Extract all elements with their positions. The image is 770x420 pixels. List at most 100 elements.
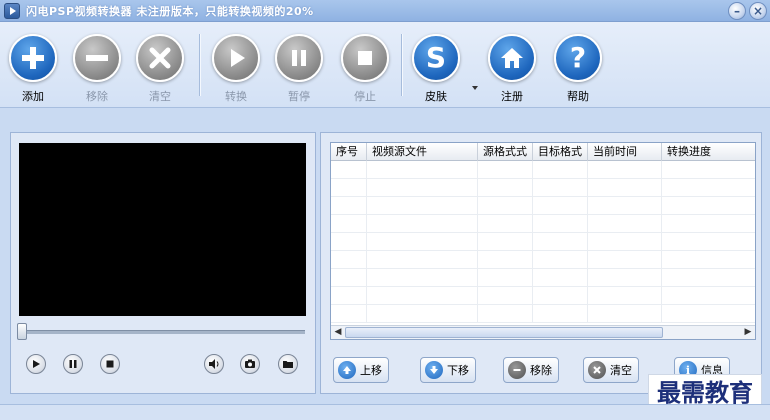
player-pause-button[interactable] [63,354,83,374]
remove-button[interactable]: 移除 [72,34,122,104]
table-cell [588,233,662,251]
table-cell [588,269,662,287]
play-icon [212,34,260,82]
skin-dropdown-arrow-icon[interactable] [472,86,478,90]
table-cell [533,197,588,215]
column-header-source-format[interactable]: 源格式式 [478,143,533,161]
scrollbar-thumb[interactable] [345,327,663,338]
table-cell [478,215,533,233]
seek-slider-handle[interactable] [17,323,27,340]
column-header-target-format[interactable]: 目标格式 [533,143,588,161]
file-table: 序号 视频源文件 源格式式 目标格式 当前时间 转换进度 ◀ ▶ [330,142,756,340]
scroll-left-icon[interactable]: ◀ [331,326,345,339]
table-row[interactable] [331,233,755,251]
close-button[interactable]: × [749,2,767,20]
pause-label: 暂停 [288,90,310,103]
table-cell [478,269,533,287]
speaker-icon [209,359,219,369]
list-remove-label: 移除 [530,364,552,377]
list-clear-label: 清空 [610,364,632,377]
table-cell [331,233,367,251]
table-cell [533,161,588,179]
table-cell [478,287,533,305]
register-label: 注册 [501,90,523,103]
help-button[interactable]: ? 帮助 [553,34,603,104]
table-cell [367,161,478,179]
table-header: 序号 视频源文件 源格式式 目标格式 当前时间 转换进度 [331,143,755,161]
snapshot-button[interactable] [240,354,260,374]
clear-label: 清空 [149,90,171,103]
horizontal-scrollbar[interactable]: ◀ ▶ [331,325,755,339]
table-cell [331,269,367,287]
table-row[interactable] [331,215,755,233]
minus-icon [508,361,526,379]
question-icon: ? [554,34,602,82]
move-up-label: 上移 [360,364,382,377]
table-row[interactable] [331,251,755,269]
register-button[interactable]: 注册 [487,34,537,104]
table-cell [533,305,588,323]
volume-button[interactable] [204,354,224,374]
table-cell [533,287,588,305]
table-cell [662,233,755,251]
table-cell [662,161,755,179]
table-cell [367,233,478,251]
skin-s-icon: S [412,34,460,82]
move-down-button[interactable]: 下移 [420,357,476,383]
table-cell [367,215,478,233]
add-button[interactable]: 添加 [8,34,58,104]
table-cell [478,251,533,269]
arrow-up-icon [338,361,356,379]
stop-button[interactable]: 停止 [340,34,390,104]
skin-button[interactable]: S 皮肤 [411,34,461,104]
clear-button[interactable]: 清空 [135,34,185,104]
table-cell [331,197,367,215]
open-folder-button[interactable] [278,354,298,374]
column-header-current-time[interactable]: 当前时间 [588,143,662,161]
scroll-right-icon[interactable]: ▶ [741,326,755,339]
minimize-button[interactable]: – [728,2,746,20]
table-cell [367,197,478,215]
plus-icon [9,34,57,82]
list-clear-button[interactable]: 清空 [583,357,639,383]
table-cell [662,179,755,197]
table-row[interactable] [331,269,755,287]
table-cell [662,197,755,215]
seek-track[interactable] [19,330,305,334]
table-cell [367,269,478,287]
column-header-progress[interactable]: 转换进度 [662,143,755,161]
move-up-button[interactable]: 上移 [333,357,389,383]
player-play-button[interactable] [26,354,46,374]
list-remove-button[interactable]: 移除 [503,357,559,383]
table-cell [533,269,588,287]
table-cell [662,269,755,287]
player-stop-button[interactable] [100,354,120,374]
table-row[interactable] [331,197,755,215]
stop-icon [341,34,389,82]
stop-label: 停止 [354,90,376,103]
table-row[interactable] [331,287,755,305]
x-icon [136,34,184,82]
table-row[interactable] [331,179,755,197]
table-cell [533,179,588,197]
column-header-index[interactable]: 序号 [331,143,367,161]
pause-icon [275,34,323,82]
table-cell [588,287,662,305]
column-header-source-file[interactable]: 视频源文件 [367,143,478,161]
table-row[interactable] [331,161,755,179]
folder-icon [283,361,293,368]
table-row[interactable] [331,305,755,323]
table-cell [367,251,478,269]
table-cell [331,305,367,323]
pause-button[interactable]: 暂停 [274,34,324,104]
table-cell [478,197,533,215]
toolbar-separator [199,34,201,96]
table-cell [478,233,533,251]
minus-icon [73,34,121,82]
table-cell [331,287,367,305]
table-cell [588,179,662,197]
table-cell [662,215,755,233]
table-cell [478,161,533,179]
skin-label: 皮肤 [425,90,447,103]
convert-button[interactable]: 转换 [211,34,261,104]
